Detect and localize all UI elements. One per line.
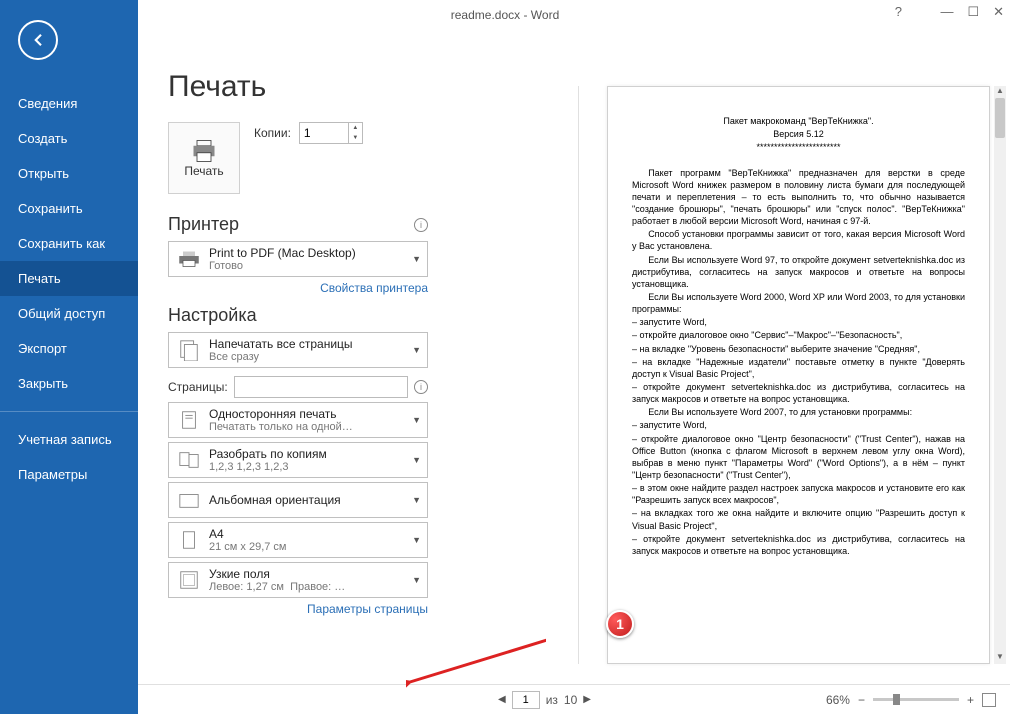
nav-share[interactable]: Общий доступ	[0, 296, 138, 331]
paper-line2: 21 см x 29,7 см	[209, 541, 408, 553]
print-scope-select[interactable]: Напечатать все страницы Все сразу ▼	[168, 332, 428, 368]
nav-options[interactable]: Параметры	[0, 457, 138, 492]
duplex-line1: Односторонняя печать	[209, 407, 408, 421]
collate-select[interactable]: Разобрать по копиям 1,2,3 1,2,3 1,2,3 ▼	[168, 442, 428, 478]
pages-input[interactable]	[234, 376, 408, 398]
orientation-select[interactable]: Альбомная ориентация ▼	[168, 482, 428, 518]
scroll-up-icon[interactable]: ▲	[994, 86, 1006, 98]
preview-scrollbar[interactable]: ▲ ▼	[994, 86, 1006, 664]
page-prev-button[interactable]: ◀	[498, 694, 506, 705]
copies-label: Копии:	[254, 126, 291, 140]
printer-select[interactable]: Print to PDF (Mac Desktop) Готово ▼	[168, 241, 428, 277]
printer-name: Print to PDF (Mac Desktop)	[209, 246, 408, 260]
copies-input[interactable]	[300, 123, 348, 143]
copies-down[interactable]: ▼	[349, 133, 362, 143]
page-total: 10	[564, 693, 577, 707]
zoom-value: 66%	[826, 693, 850, 707]
printer-status: Готово	[209, 260, 408, 272]
nav-save[interactable]: Сохранить	[0, 191, 138, 226]
duplex-line2: Печатать только на одной…	[209, 421, 408, 433]
printer-icon	[190, 138, 218, 164]
duplex-select[interactable]: Односторонняя печать Печатать только на …	[168, 402, 428, 438]
paper-select[interactable]: A4 21 см x 29,7 см ▼	[168, 522, 428, 558]
zoom-out-button[interactable]: −	[858, 693, 865, 707]
minimize-icon[interactable]: —	[940, 4, 953, 20]
paper-line1: A4	[209, 527, 408, 541]
chevron-down-icon: ▼	[412, 415, 421, 425]
scope-line2: Все сразу	[209, 351, 408, 363]
close-icon[interactable]: ✕	[993, 4, 1004, 20]
collate-line1: Разобрать по копиям	[209, 447, 408, 461]
chevron-down-icon: ▼	[412, 345, 421, 355]
orient-line1: Альбомная ориентация	[209, 493, 408, 507]
nav-print[interactable]: Печать	[0, 261, 138, 296]
page-single-icon	[175, 407, 203, 433]
page-current-input[interactable]	[512, 691, 540, 709]
printer-info-icon[interactable]: i	[414, 218, 428, 232]
nav-export[interactable]: Экспорт	[0, 331, 138, 366]
page-title: Печать	[168, 70, 428, 104]
chevron-down-icon: ▼	[412, 535, 421, 545]
pages-icon	[175, 337, 203, 363]
margins-icon	[175, 567, 203, 593]
page-next-button[interactable]: ▶	[583, 694, 591, 705]
copies-spinner[interactable]: ▲▼	[299, 122, 363, 144]
chevron-down-icon: ▼	[412, 495, 421, 505]
help-icon[interactable]: ?	[895, 4, 902, 19]
print-button[interactable]: Печать	[168, 122, 240, 194]
paper-icon	[175, 527, 203, 553]
printer-icon	[175, 246, 203, 272]
zoom-slider[interactable]	[873, 698, 959, 701]
maximize-icon[interactable]: ☐	[967, 4, 979, 20]
settings-section-title: Настройка	[168, 305, 257, 326]
printer-properties-link[interactable]: Свойства принтера	[168, 281, 428, 295]
margins-select[interactable]: Узкие поля Левое: 1,27 см Правое: … ▼	[168, 562, 428, 598]
print-preview: Пакет макрокоманд "ВерТеКнижка". Версия …	[578, 86, 990, 664]
scroll-down-icon[interactable]: ▼	[994, 652, 1006, 664]
page-setup-link[interactable]: Параметры страницы	[168, 602, 428, 616]
pages-info-icon[interactable]: i	[414, 380, 428, 394]
chevron-down-icon: ▼	[412, 455, 421, 465]
margins-line1: Узкие поля	[209, 567, 408, 581]
zoom-fit-button[interactable]	[982, 693, 996, 707]
print-button-label: Печать	[184, 164, 223, 178]
printer-section-title: Принтер	[168, 214, 239, 235]
chevron-down-icon: ▼	[412, 254, 421, 264]
window-title: readme.docx - Word	[451, 8, 560, 22]
scope-line1: Напечатать все страницы	[209, 337, 408, 351]
nav-close[interactable]: Закрыть	[0, 366, 138, 401]
pages-label: Страницы:	[168, 380, 228, 394]
collate-line2: 1,2,3 1,2,3 1,2,3	[209, 461, 408, 473]
nav-info[interactable]: Сведения	[0, 86, 138, 121]
nav-account[interactable]: Учетная запись	[0, 422, 138, 457]
nav-new[interactable]: Создать	[0, 121, 138, 156]
scroll-thumb[interactable]	[995, 98, 1005, 138]
zoom-in-button[interactable]: +	[967, 693, 974, 707]
nav-open[interactable]: Открыть	[0, 156, 138, 191]
copies-up[interactable]: ▲	[349, 123, 362, 133]
landscape-icon	[175, 487, 203, 513]
collate-icon	[175, 447, 203, 473]
chevron-down-icon: ▼	[412, 575, 421, 585]
back-button[interactable]	[18, 20, 58, 60]
page-of-label: из	[546, 693, 558, 707]
nav-saveas[interactable]: Сохранить как	[0, 226, 138, 261]
